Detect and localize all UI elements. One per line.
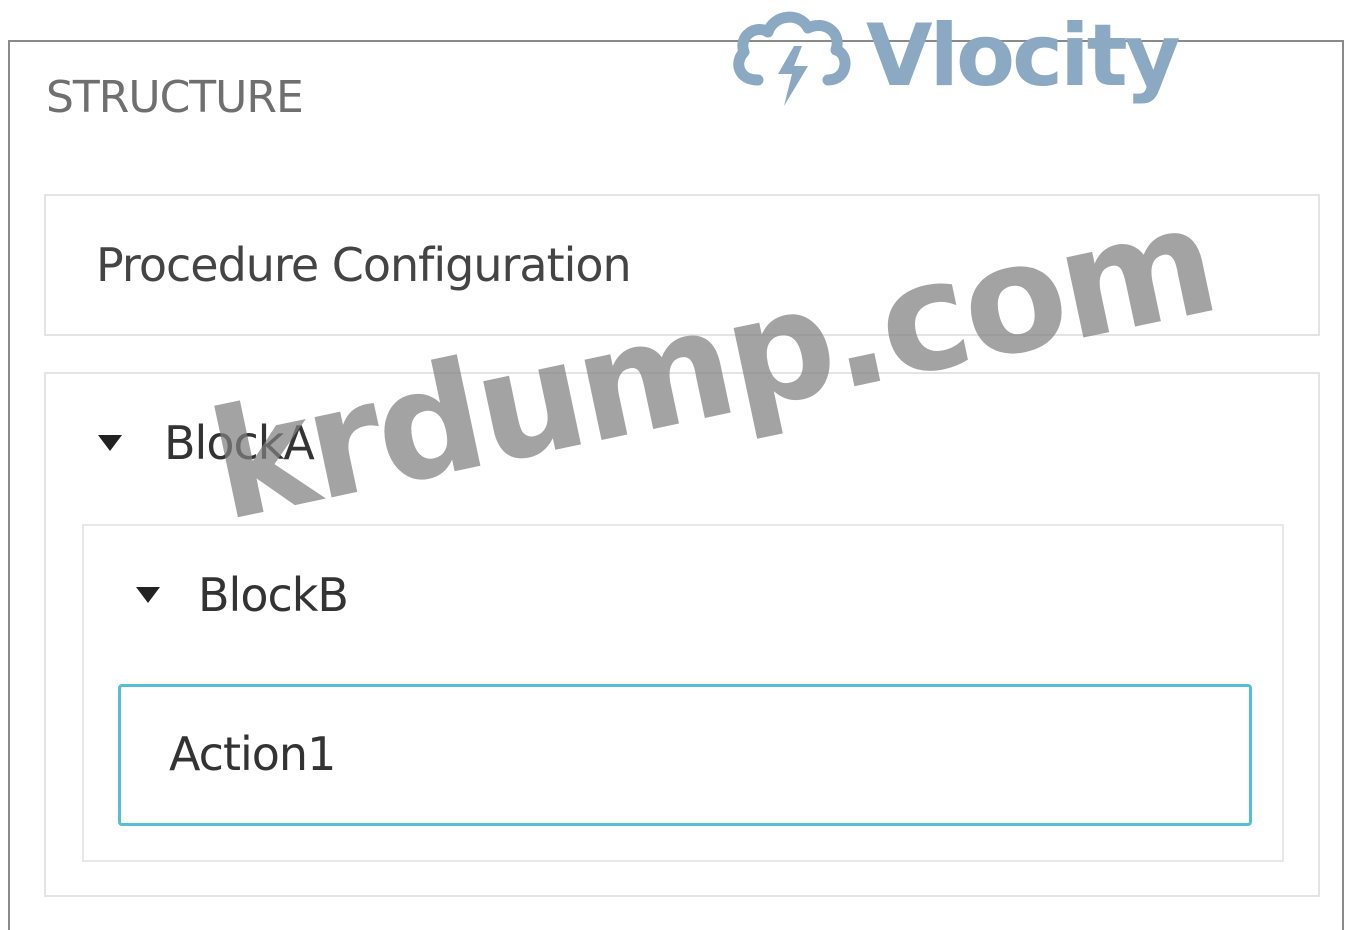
structure-panel: STRUCTURE Procedure Configuration BlockA… bbox=[8, 40, 1344, 930]
caret-down-icon[interactable] bbox=[98, 435, 122, 451]
action1-label: Action1 bbox=[169, 727, 336, 781]
block-b-label: BlockB bbox=[198, 568, 349, 622]
cloud-lightning-icon bbox=[733, 11, 851, 106]
block-b-container: BlockB Action1 bbox=[82, 524, 1284, 862]
block-b-header[interactable]: BlockB bbox=[136, 568, 349, 622]
procedure-configuration-label: Procedure Configuration bbox=[96, 238, 632, 292]
block-a-container: BlockA BlockB Action1 bbox=[44, 372, 1320, 897]
action1-item[interactable]: Action1 bbox=[118, 684, 1252, 826]
caret-down-icon[interactable] bbox=[136, 587, 160, 603]
vlocity-logo-text: Vlocity bbox=[866, 6, 1181, 106]
block-a-label: BlockA bbox=[164, 416, 315, 470]
block-a-header[interactable]: BlockA bbox=[98, 416, 315, 470]
structure-title: STRUCTURE bbox=[46, 72, 304, 123]
vlocity-logo: Vlocity bbox=[728, 2, 1181, 110]
procedure-configuration-item[interactable]: Procedure Configuration bbox=[44, 194, 1320, 336]
